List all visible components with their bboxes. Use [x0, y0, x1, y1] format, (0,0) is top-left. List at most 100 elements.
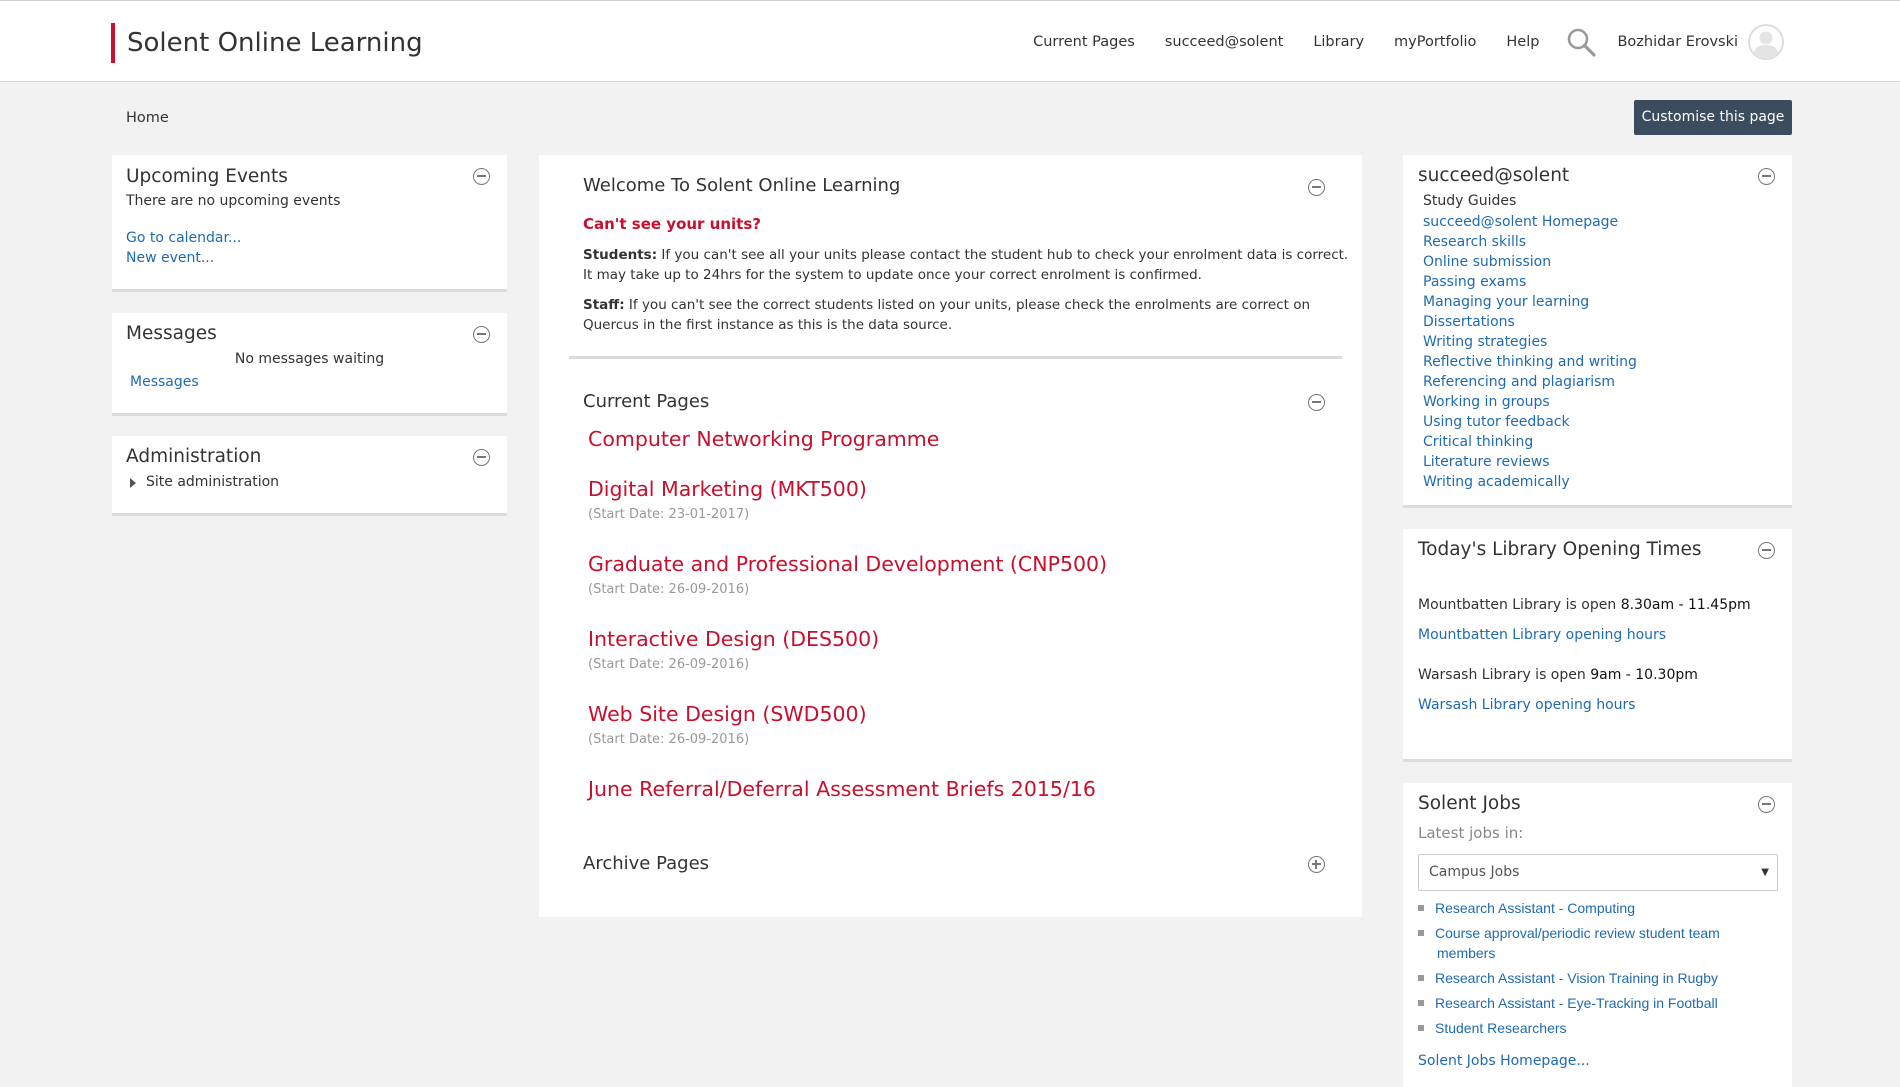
- students-text-2: It may take up to 24hrs for the system t…: [583, 267, 1202, 283]
- collapse-icon[interactable]: [1308, 394, 1325, 411]
- collapse-icon[interactable]: [473, 326, 490, 343]
- course-link[interactable]: Computer Networking Programme: [588, 427, 939, 451]
- warsash-hours: 9am - 10.30pm: [1590, 667, 1698, 683]
- mountbatten-label: Mountbatten Library is open: [1418, 597, 1621, 613]
- library-opening-times-block: Today's Library Opening Times Mountbatte…: [1403, 529, 1792, 762]
- study-guides-list: succeed@solent Homepage Research skills …: [1423, 212, 1637, 492]
- solent-jobs-block: Solent Jobs Latest jobs in: Campus Jobs …: [1403, 783, 1792, 1087]
- collapse-icon[interactable]: [1308, 179, 1325, 196]
- site-administration-link[interactable]: Site administration: [146, 474, 279, 490]
- nav-succeed[interactable]: succeed@solent: [1165, 34, 1284, 50]
- search-icon[interactable]: [1565, 26, 1597, 58]
- study-guide-link[interactable]: Online submission: [1423, 252, 1637, 272]
- messages-link[interactable]: Messages: [130, 374, 199, 390]
- archive-pages-title: Archive Pages: [583, 853, 710, 874]
- study-guide-link[interactable]: Referencing and plagiarism: [1423, 372, 1637, 392]
- study-guide-link[interactable]: Research skills: [1423, 232, 1637, 252]
- study-guide-link[interactable]: Dissertations: [1423, 312, 1637, 332]
- job-list-item[interactable]: Course approval/periodic review student …: [1418, 923, 1720, 963]
- block-title: Solent Jobs: [1418, 793, 1521, 814]
- course-start-date: (Start Date: 26-09-2016): [588, 732, 750, 747]
- mountbatten-hours-link[interactable]: Mountbatten Library opening hours: [1418, 627, 1666, 643]
- job-link-continued[interactable]: members: [1435, 945, 1495, 961]
- study-guide-link[interactable]: Working in groups: [1423, 392, 1637, 412]
- job-link[interactable]: Research Assistant - Computing: [1435, 900, 1635, 916]
- bullet-icon: [1418, 905, 1424, 911]
- nav-library[interactable]: Library: [1313, 34, 1364, 50]
- nav-help[interactable]: Help: [1506, 34, 1539, 50]
- study-guide-link[interactable]: succeed@solent Homepage: [1423, 212, 1637, 232]
- warsash-hours-text: Warsash Library is open 9am - 10.30pm: [1418, 667, 1698, 683]
- collapse-icon[interactable]: [1758, 168, 1775, 185]
- expand-triangle-icon[interactable]: [130, 478, 136, 488]
- job-link[interactable]: Student Researchers: [1435, 1020, 1567, 1036]
- latest-jobs-label: Latest jobs in:: [1418, 824, 1524, 842]
- new-event-link[interactable]: New event...: [126, 250, 214, 266]
- students-text: If you can't see all your units please c…: [657, 247, 1349, 263]
- block-title: Administration: [126, 446, 262, 467]
- warsash-hours-link[interactable]: Warsash Library opening hours: [1418, 697, 1636, 713]
- course-link[interactable]: Interactive Design (DES500): [588, 627, 879, 651]
- staff-notice: Staff: If you can't see the correct stud…: [583, 295, 1310, 335]
- staff-text: If you can't see the correct students li…: [624, 297, 1311, 313]
- students-label: Students:: [583, 247, 658, 263]
- customise-page-button[interactable]: Customise this page: [1634, 100, 1792, 135]
- job-list-item[interactable]: Research Assistant - Computing: [1418, 898, 1635, 918]
- nav-current-pages[interactable]: Current Pages: [1033, 34, 1135, 50]
- mountbatten-hours: 8.30am - 11.45pm: [1620, 597, 1751, 613]
- study-guide-link[interactable]: Passing exams: [1423, 272, 1637, 292]
- expand-icon[interactable]: [1308, 856, 1325, 873]
- job-list-item[interactable]: Research Assistant - Vision Training in …: [1418, 968, 1718, 988]
- succeed-block: succeed@solent Study Guides succeed@sole…: [1403, 155, 1792, 508]
- job-category-select[interactable]: Campus Jobs ▼: [1418, 854, 1778, 891]
- user-menu-name[interactable]: Bozhidar Erovski: [1617, 34, 1738, 50]
- course-link[interactable]: Graduate and Professional Development (C…: [588, 552, 1107, 576]
- job-link[interactable]: Research Assistant - Eye-Tracking in Foo…: [1435, 995, 1718, 1011]
- go-to-calendar-link[interactable]: Go to calendar...: [126, 230, 241, 246]
- user-avatar[interactable]: [1748, 24, 1784, 60]
- block-title: Messages: [126, 323, 217, 344]
- bullet-icon: [1418, 975, 1424, 981]
- bullet-icon: [1418, 1000, 1424, 1006]
- no-events-text: There are no upcoming events: [126, 193, 341, 209]
- course-link[interactable]: June Referral/Deferral Assessment Briefs…: [588, 777, 1096, 801]
- study-guides-heading: Study Guides: [1423, 193, 1517, 209]
- course-link[interactable]: Web Site Design (SWD500): [588, 702, 867, 726]
- study-guide-link[interactable]: Literature reviews: [1423, 452, 1637, 472]
- job-link[interactable]: Research Assistant - Vision Training in …: [1435, 970, 1718, 986]
- current-pages-title: Current Pages: [583, 391, 710, 412]
- bullet-icon: [1418, 930, 1424, 936]
- block-title: Upcoming Events: [126, 166, 288, 187]
- cant-see-units-heading: Can't see your units?: [583, 215, 761, 233]
- course-start-date: (Start Date: 26-09-2016): [588, 582, 750, 597]
- collapse-icon[interactable]: [1758, 796, 1775, 813]
- main-content: Welcome To Solent Online Learning Can't …: [539, 155, 1362, 917]
- students-notice: Students: If you can't see all your unit…: [583, 245, 1348, 285]
- staff-text-2: Quercus in the first instance as this is…: [583, 317, 953, 333]
- course-start-date: (Start Date: 26-09-2016): [588, 657, 750, 672]
- mountbatten-hours-text: Mountbatten Library is open 8.30am - 11.…: [1418, 597, 1751, 613]
- study-guide-link[interactable]: Using tutor feedback: [1423, 412, 1637, 432]
- study-guide-link[interactable]: Managing your learning: [1423, 292, 1637, 312]
- upcoming-events-block: Upcoming Events There are no upcoming ev…: [112, 155, 507, 292]
- study-guide-link[interactable]: Critical thinking: [1423, 432, 1637, 452]
- collapse-icon[interactable]: [1758, 542, 1775, 559]
- study-guide-link[interactable]: Reflective thinking and writing: [1423, 352, 1637, 372]
- top-navbar: Solent Online Learning Current Pages suc…: [0, 0, 1900, 82]
- study-guide-link[interactable]: Writing academically: [1423, 472, 1637, 492]
- collapse-icon[interactable]: [473, 168, 490, 185]
- job-list-item[interactable]: Research Assistant - Eye-Tracking in Foo…: [1418, 993, 1718, 1013]
- site-logo-link[interactable]: Solent Online Learning: [111, 23, 423, 63]
- job-list-item[interactable]: Student Researchers: [1418, 1018, 1567, 1038]
- nav-myportfolio[interactable]: myPortfolio: [1394, 34, 1476, 50]
- collapse-icon[interactable]: [473, 449, 490, 466]
- section-divider: [569, 356, 1342, 359]
- job-link[interactable]: Course approval/periodic review student …: [1435, 925, 1720, 941]
- jobs-homepage-link[interactable]: Solent Jobs Homepage...: [1418, 1053, 1590, 1069]
- administration-block: Administration Site administration: [112, 436, 507, 516]
- warsash-label: Warsash Library is open: [1418, 667, 1591, 683]
- breadcrumb-home[interactable]: Home: [126, 110, 169, 126]
- course-link[interactable]: Digital Marketing (MKT500): [588, 477, 867, 501]
- study-guide-link[interactable]: Writing strategies: [1423, 332, 1637, 352]
- course-start-date: (Start Date: 23-01-2017): [588, 507, 750, 522]
